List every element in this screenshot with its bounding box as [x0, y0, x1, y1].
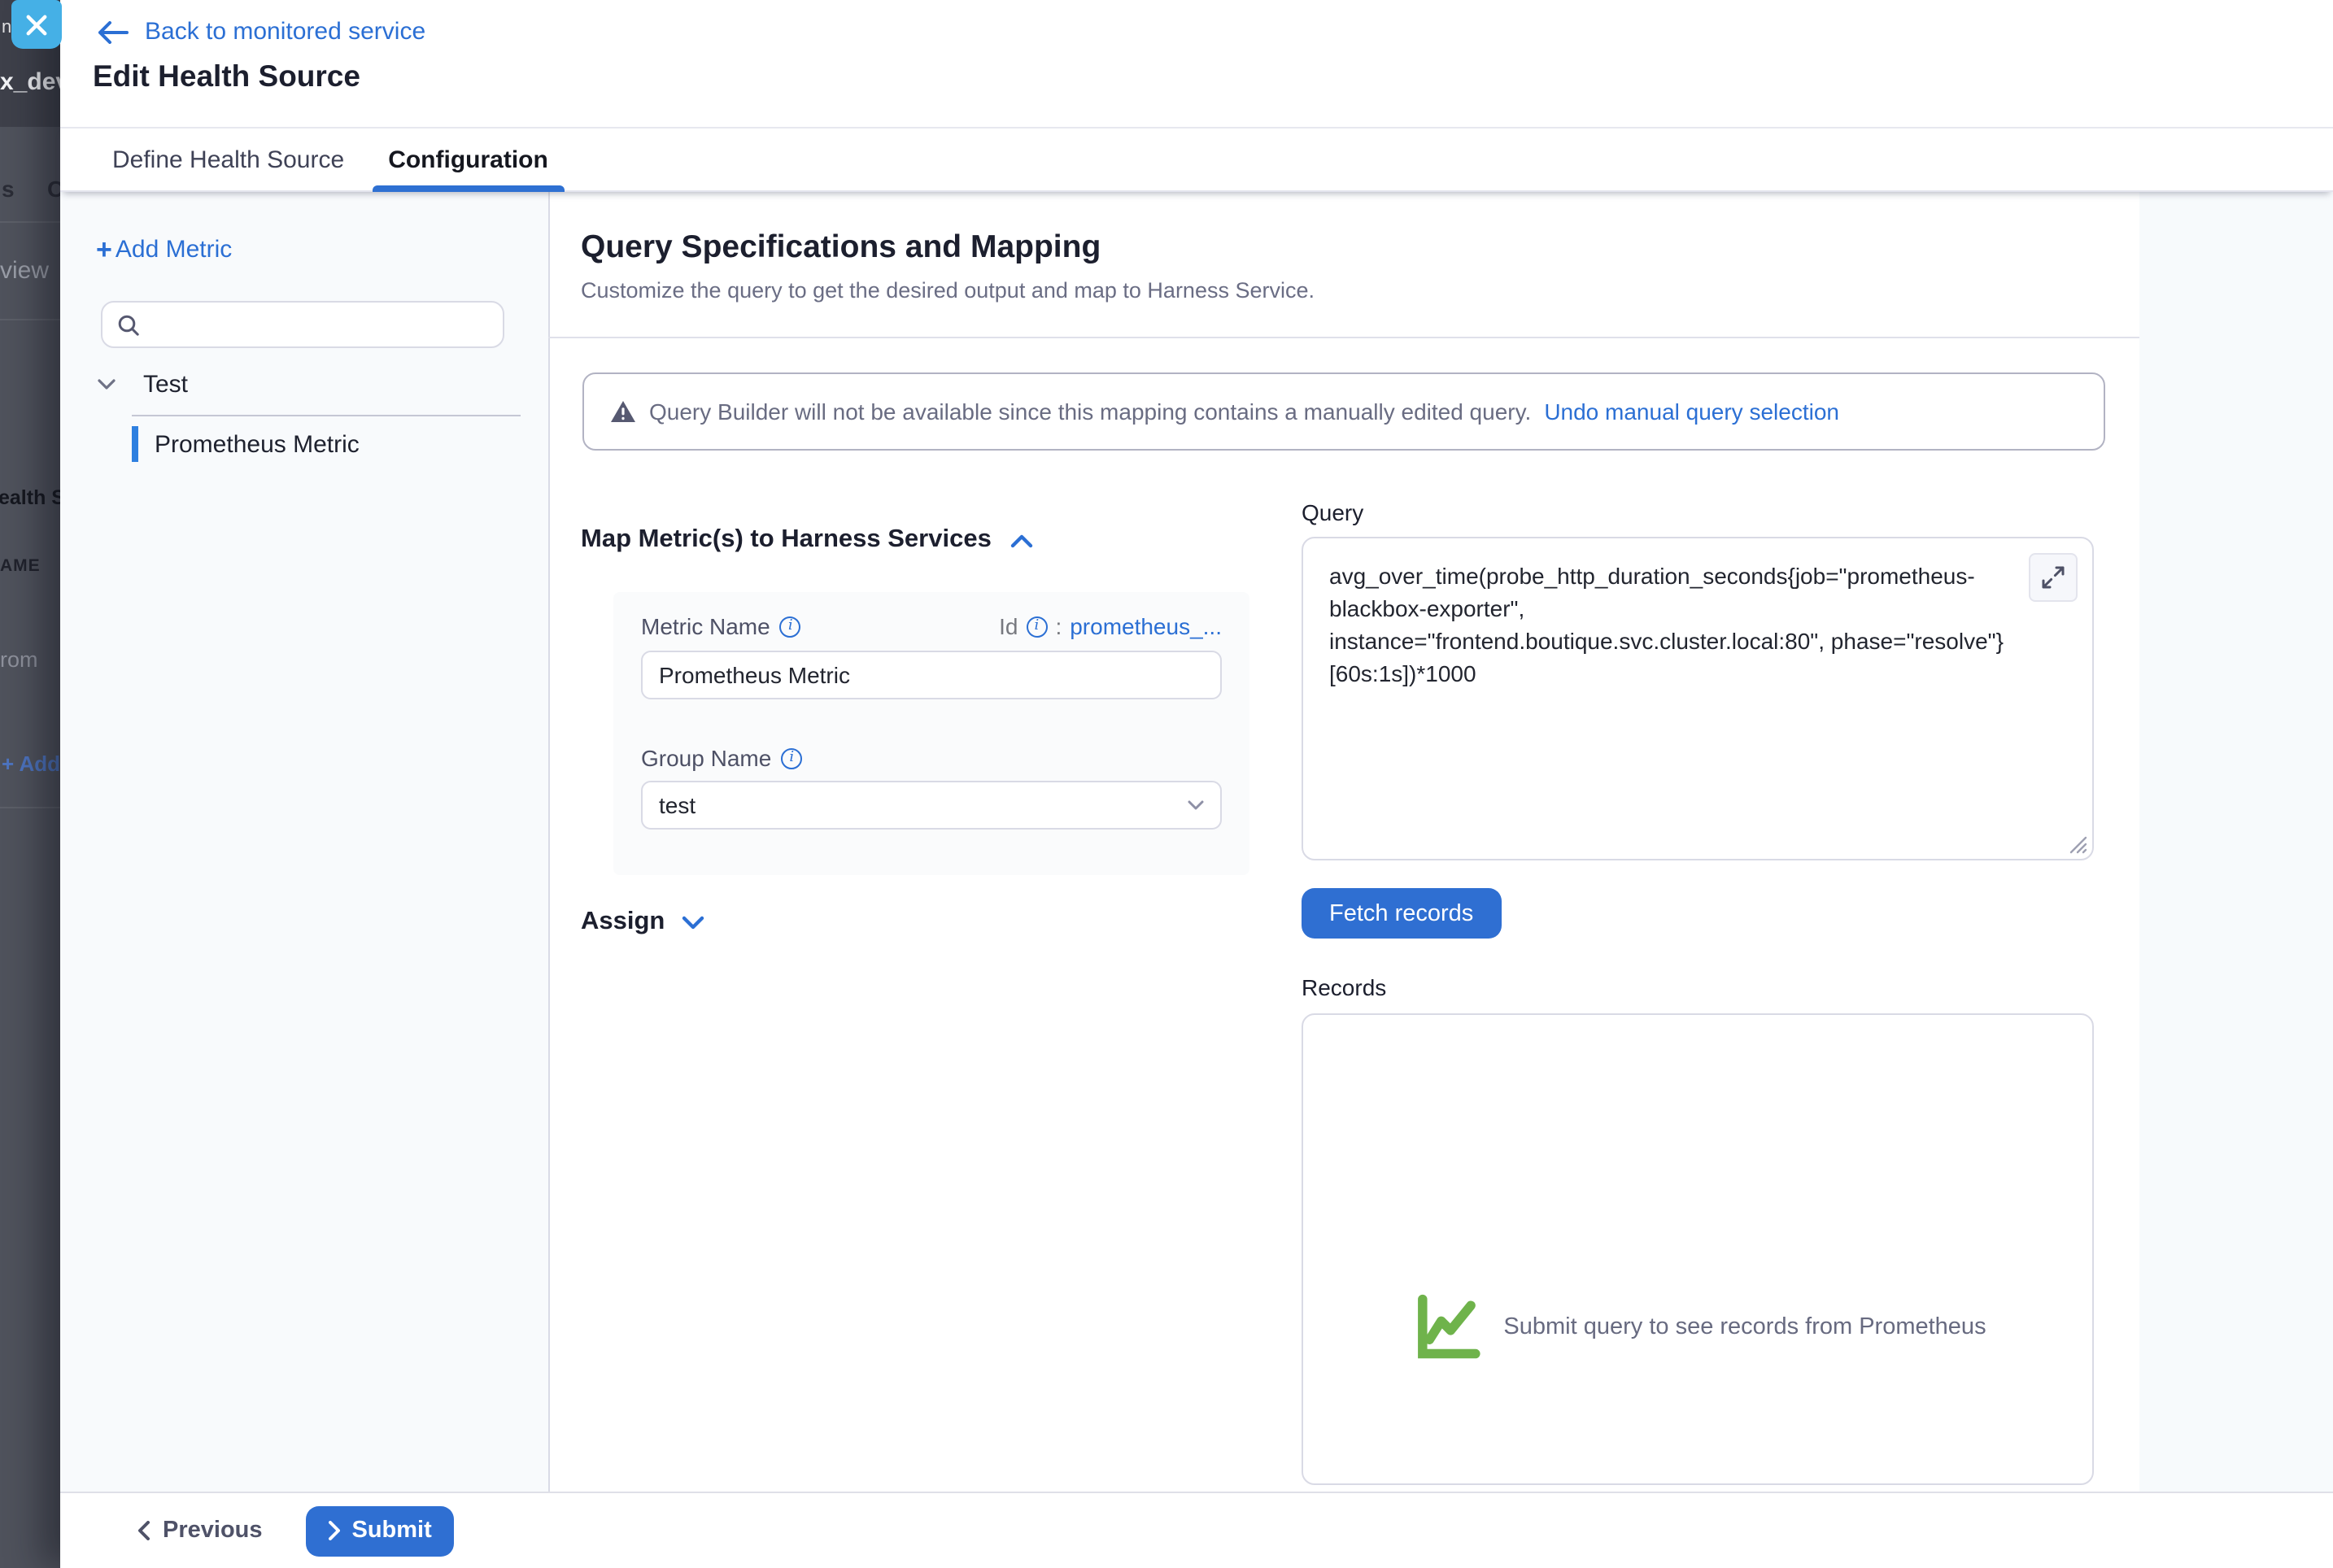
resize-handle[interactable] — [2069, 836, 2087, 854]
chevron-left-icon — [138, 1521, 150, 1540]
edit-health-source-drawer: Back to monitored service Edit Health So… — [60, 0, 2333, 1568]
records-panel: Submit query to see records from Prometh… — [1302, 1013, 2094, 1485]
metric-id-group: Id i : prometheus_... — [999, 613, 1222, 639]
query-builder-warning-banner: Query Builder will not be available sinc… — [582, 372, 2105, 451]
page-title: Edit Health Source — [93, 59, 360, 94]
active-tab-underline — [372, 185, 565, 192]
id-label: Id — [999, 613, 1018, 639]
info-icon[interactable]: i — [780, 616, 801, 637]
metric-search — [101, 301, 504, 348]
backdrop-text-fragment: rom — [0, 647, 38, 672]
back-link-label: Back to monitored service — [145, 18, 425, 46]
undo-manual-query-link[interactable]: Undo manual query selection — [1544, 399, 1839, 425]
assign-title: Assign — [581, 908, 665, 937]
query-label: Query — [1302, 499, 1363, 525]
chevron-down-icon — [1188, 800, 1204, 810]
map-metrics-title: Map Metric(s) to Harness Services — [581, 525, 992, 555]
map-metrics-section-header[interactable]: Map Metric(s) to Harness Services — [581, 525, 1034, 555]
metric-name-input[interactable] — [641, 651, 1222, 699]
backdrop-text-fragment: + Add — [2, 751, 60, 776]
chevron-up-icon — [1011, 533, 1034, 547]
fetch-records-button[interactable]: Fetch records — [1302, 888, 1501, 939]
backdrop-text-fragment: s — [2, 176, 15, 202]
underlying-page-backdrop: nt x_dev s C view ealth S AME rom + Add — [0, 0, 60, 1568]
metrics-sidebar: + Add Metric — [60, 192, 550, 1492]
metric-item-label: Prometheus Metric — [155, 430, 360, 458]
metric-name-label: Metric Name i — [641, 613, 801, 639]
tab-define-health-source[interactable]: Define Health Source — [112, 128, 344, 190]
selected-indicator — [132, 426, 138, 462]
backdrop-divider — [0, 807, 60, 808]
search-icon — [117, 313, 140, 336]
expand-icon — [2042, 566, 2065, 589]
records-empty-state: Submit query to see records from Prometh… — [1409, 1291, 1986, 1363]
previous-label: Previous — [163, 1518, 263, 1544]
back-to-monitored-service-link[interactable]: Back to monitored service — [98, 18, 425, 46]
add-metric-label: Add Metric — [116, 236, 232, 264]
metric-id-link[interactable]: prometheus_... — [1070, 613, 1222, 639]
close-button[interactable] — [11, 0, 62, 49]
add-metric-button[interactable]: + Add Metric — [96, 236, 232, 264]
plus-icon: + — [96, 236, 112, 264]
id-separator: : — [1055, 613, 1062, 639]
tab-bar: Define Health Source Configuration — [60, 127, 2333, 192]
chevron-down-icon — [681, 915, 704, 930]
section-divider — [548, 337, 2139, 338]
right-gutter — [2139, 192, 2333, 1492]
screen: nt x_dev s C view ealth S AME rom + Add — [0, 0, 2333, 1568]
backdrop-divider — [0, 319, 60, 320]
submit-button[interactable]: Submit — [307, 1505, 455, 1556]
group-name-select[interactable]: test — [641, 781, 1222, 830]
backdrop-text-fragment: C — [47, 176, 60, 202]
info-icon[interactable]: i — [781, 747, 802, 769]
backdrop-divider — [0, 221, 60, 223]
submit-label: Submit — [352, 1518, 432, 1544]
records-label: Records — [1302, 974, 1386, 1000]
tab-label: Define Health Source — [112, 146, 344, 173]
query-text[interactable]: avg_over_time(probe_http_duration_second… — [1329, 560, 2011, 690]
previous-button[interactable]: Previous — [138, 1505, 263, 1556]
chevron-down-icon — [98, 379, 116, 390]
backdrop-text-fragment: AME — [0, 556, 41, 576]
query-editor[interactable]: avg_over_time(probe_http_duration_second… — [1302, 537, 2094, 860]
section-subtitle: Customize the query to get the desired o… — [581, 278, 1315, 303]
expand-query-button[interactable] — [2029, 553, 2078, 602]
warning-message: Query Builder will not be available sinc… — [649, 399, 1531, 425]
group-name-label: Group Name i — [641, 745, 802, 771]
tab-configuration[interactable]: Configuration — [388, 128, 548, 190]
section-title: Query Specifications and Mapping — [581, 229, 1101, 267]
assign-section-header[interactable]: Assign — [581, 908, 704, 937]
tab-label: Configuration — [388, 146, 548, 173]
chevron-right-icon — [329, 1521, 341, 1540]
info-icon[interactable]: i — [1026, 616, 1047, 637]
line-chart-icon — [1409, 1291, 1484, 1363]
metric-mapping-card: Metric Name i Id i : prometheus_... Grou… — [613, 592, 1249, 875]
metric-group-label: Test — [143, 371, 188, 399]
back-arrow-icon — [98, 20, 129, 43]
records-empty-text: Submit query to see records from Prometh… — [1503, 1314, 1986, 1340]
metric-group-row[interactable]: Test — [98, 371, 188, 399]
backdrop-text-fragment: ealth S — [0, 486, 60, 509]
label-text: Metric Name — [641, 613, 770, 639]
search-input[interactable] — [150, 311, 503, 338]
group-name-value: test — [659, 792, 696, 818]
metric-name-row: Metric Name i Id i : prometheus_... — [641, 613, 1222, 639]
backdrop-text-fragment: view — [0, 257, 49, 285]
drawer-footer: Previous Submit — [60, 1492, 2333, 1568]
label-text: Group Name — [641, 745, 771, 771]
warning-icon — [610, 400, 636, 423]
close-icon — [26, 14, 47, 35]
backdrop-text-fragment: x_dev — [0, 68, 60, 96]
sidebar-item-prometheus-metric[interactable]: Prometheus Metric — [132, 426, 360, 462]
drawer-body: + Add Metric — [60, 192, 2333, 1492]
group-divider — [132, 415, 521, 416]
drawer-header: Back to monitored service Edit Health So… — [60, 0, 2333, 127]
